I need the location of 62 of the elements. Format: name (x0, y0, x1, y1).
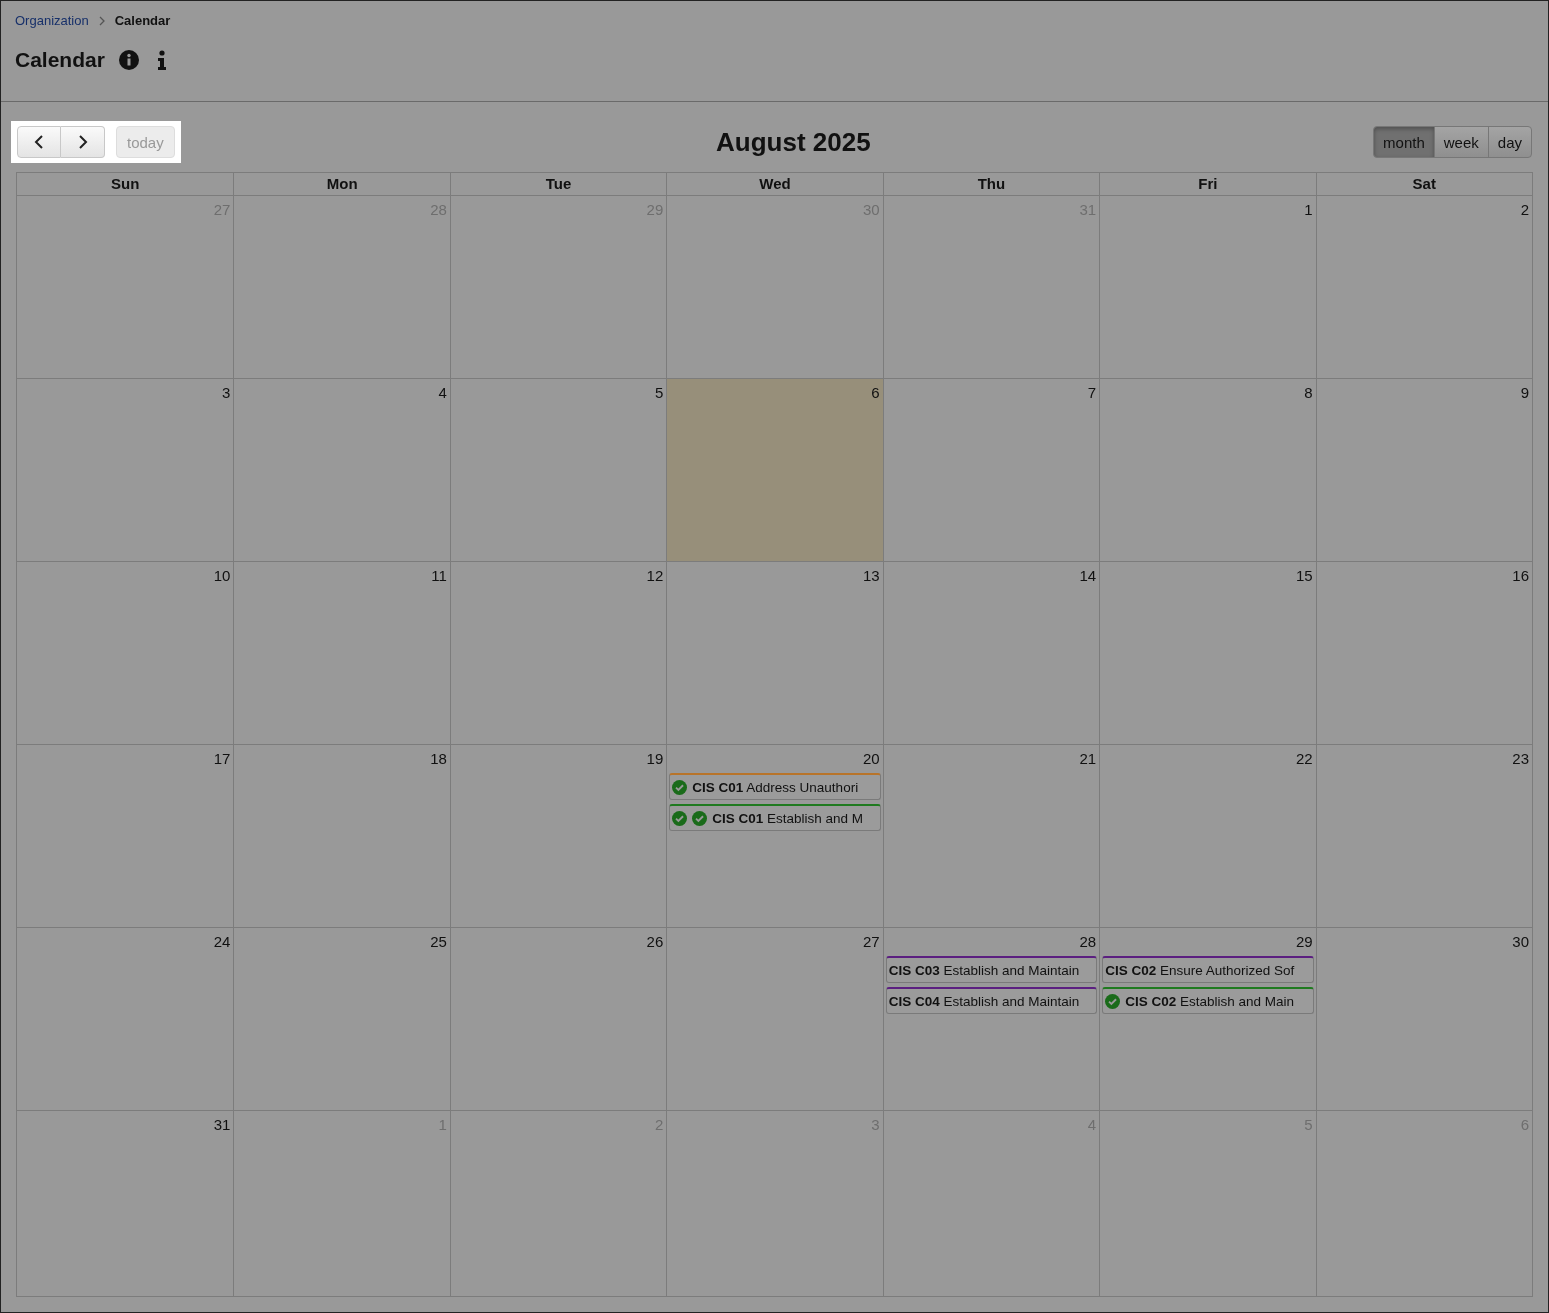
previous-button[interactable] (17, 126, 61, 158)
day-number: 28 (1079, 933, 1097, 950)
day-number: 20 (863, 750, 880, 767)
chevron-right-icon (77, 135, 88, 149)
weekday-header: Sat (1315, 173, 1532, 195)
day-number: 27 (863, 933, 880, 950)
weekday-header: Tue (449, 173, 667, 195)
breadcrumb-current: Calendar (114, 13, 171, 28)
calendar-event[interactable]: CIS C01 Establish and M (669, 804, 881, 831)
day-number: 22 (1295, 750, 1313, 767)
day-number: 29 (1295, 933, 1313, 950)
day-number: 16 (1512, 567, 1529, 584)
month-title: August 2025 (716, 126, 871, 158)
day-number: 7 (1087, 384, 1097, 401)
chevron-left-icon (34, 135, 44, 149)
check-circle-icon (692, 810, 708, 826)
check-circle-icon (1105, 993, 1121, 1009)
page-title: Calendar (15, 48, 105, 72)
day-number: 11 (431, 567, 447, 584)
info-icon[interactable] (156, 50, 167, 70)
day-number: 1 (1304, 201, 1313, 218)
check-circle-icon (672, 810, 688, 826)
day-number: 17 (213, 750, 231, 767)
chevron-icon (97, 15, 106, 26)
weekday-header: Thu (882, 173, 1100, 195)
day-number: 2 (1520, 201, 1529, 218)
day-number: 4 (438, 384, 447, 401)
day-number: 21 (1079, 750, 1097, 767)
info-icon[interactable] (118, 50, 139, 70)
day-number: 10 (213, 567, 231, 584)
day-number: 19 (646, 750, 664, 767)
day-number: 5 (654, 384, 664, 401)
calendar-event[interactable]: CIS C03 Establish and Maintain (885, 956, 1098, 983)
calendar-event[interactable]: CIS C02 Ensure Authorized Sof (1102, 956, 1314, 983)
day-number: 24 (213, 933, 231, 950)
day-number: 25 (430, 933, 447, 950)
calendar-event[interactable]: CIS C01 Address Unauthori (669, 773, 881, 800)
view-tab[interactable]: month (1373, 126, 1435, 158)
calendar-event[interactable]: CIS C04 Establish and Maintain (885, 987, 1098, 1014)
calendar-event[interactable]: CIS C02 Establish and Main (1102, 987, 1314, 1014)
check-circle-icon (672, 779, 688, 795)
weekday-header: Fri (1099, 173, 1316, 195)
day-number: 14 (1079, 567, 1097, 584)
weekday-header: Wed (666, 173, 883, 195)
view-tab[interactable]: day (1487, 126, 1532, 158)
next-button[interactable] (61, 126, 105, 158)
day-number: 26 (646, 933, 664, 950)
day-number: 12 (646, 567, 664, 584)
weekday-header: Mon (233, 173, 450, 195)
day-number: 13 (863, 567, 880, 584)
day-number: 23 (1512, 750, 1529, 767)
day-number: 8 (1304, 384, 1313, 401)
breadcrumb-link[interactable]: Organization (15, 13, 89, 28)
day-number: 9 (1520, 384, 1529, 401)
view-tab[interactable]: week (1433, 126, 1489, 158)
weekday-header: Sun (110, 174, 141, 194)
day-number: 15 (1295, 567, 1313, 584)
day-number: 6 (871, 384, 880, 401)
day-number: 3 (222, 384, 231, 401)
day-number: 31 (213, 1116, 231, 1133)
day-number: 30 (1512, 933, 1529, 950)
day-number: 18 (430, 750, 447, 767)
